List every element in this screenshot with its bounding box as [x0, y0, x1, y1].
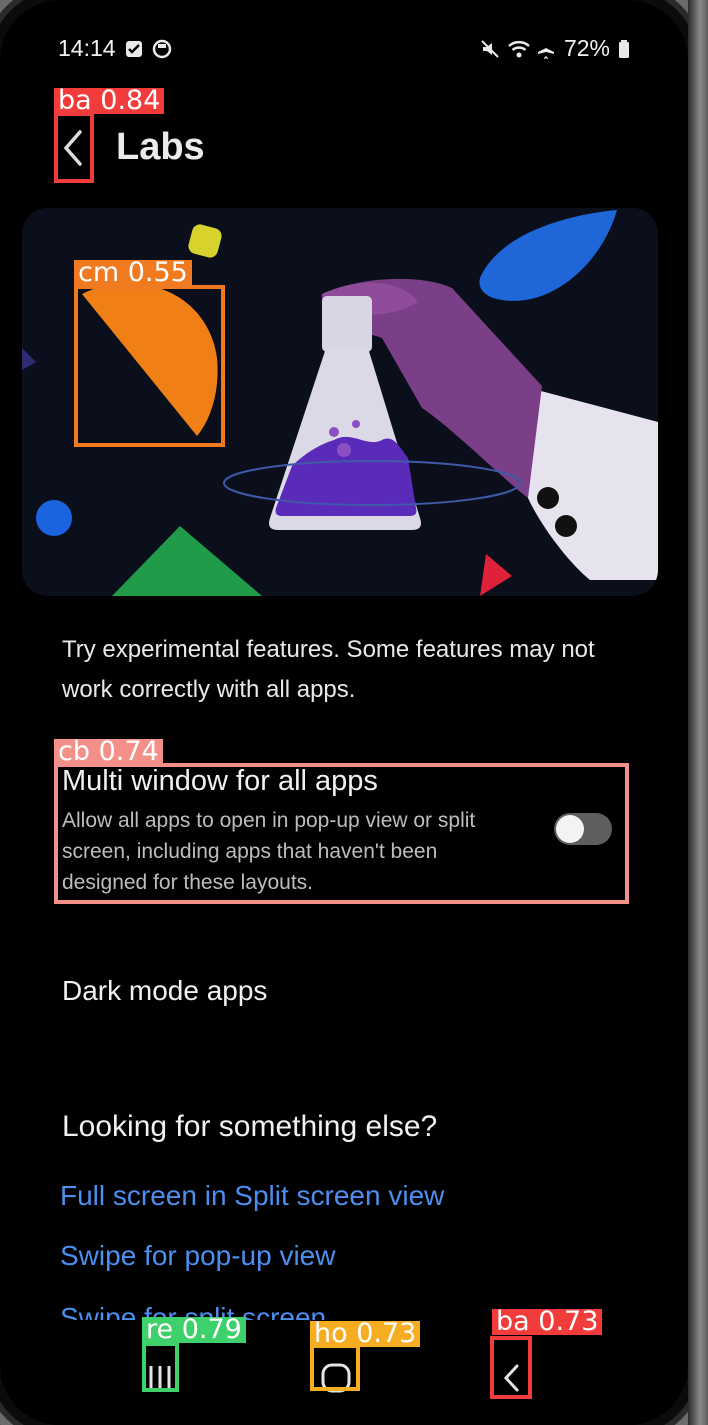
status-time: 14:14	[58, 34, 116, 61]
detection-box	[54, 763, 629, 904]
detection-label: cm 0.55	[74, 259, 192, 286]
detection-box	[310, 1344, 360, 1391]
detection-label: ho 0.73	[310, 1320, 421, 1347]
link-swipe-popup[interactable]: Swipe for pop-up view	[60, 1240, 335, 1272]
phone-screen: 14:14 72% Labs Try experimental features…	[0, 0, 688, 1425]
wifi-icon	[508, 38, 530, 58]
detection-box	[54, 112, 94, 183]
media-notification-icon	[152, 38, 172, 59]
status-bar: 14:14 72%	[58, 32, 630, 64]
detection-label: ba 0.73	[492, 1308, 603, 1335]
battery-icon	[618, 38, 630, 58]
app-bar: Labs	[54, 110, 614, 185]
link-full-screen-split[interactable]: Full screen in Split screen view	[60, 1180, 444, 1212]
detection-box	[74, 285, 225, 447]
detection-box	[490, 1336, 532, 1399]
phone-frame-edge	[688, 0, 708, 1425]
detection-label: cb 0.74	[54, 738, 163, 765]
detection-label: ba 0.84	[54, 87, 165, 114]
looking-for-header: Looking for something else?	[62, 1110, 438, 1143]
blue-dot-shape	[36, 500, 72, 536]
checkbox-notification-icon	[124, 38, 144, 58]
page-title: Labs	[116, 126, 205, 168]
battery-percentage: 72%	[563, 34, 610, 61]
dark-mode-apps-item[interactable]: Dark mode apps	[62, 975, 267, 1007]
labs-description: Try experimental features. Some features…	[62, 636, 595, 703]
airplane-icon	[536, 38, 556, 59]
detection-box	[142, 1342, 179, 1392]
mute-icon	[480, 38, 500, 58]
detection-label: re 0.79	[142, 1316, 246, 1343]
